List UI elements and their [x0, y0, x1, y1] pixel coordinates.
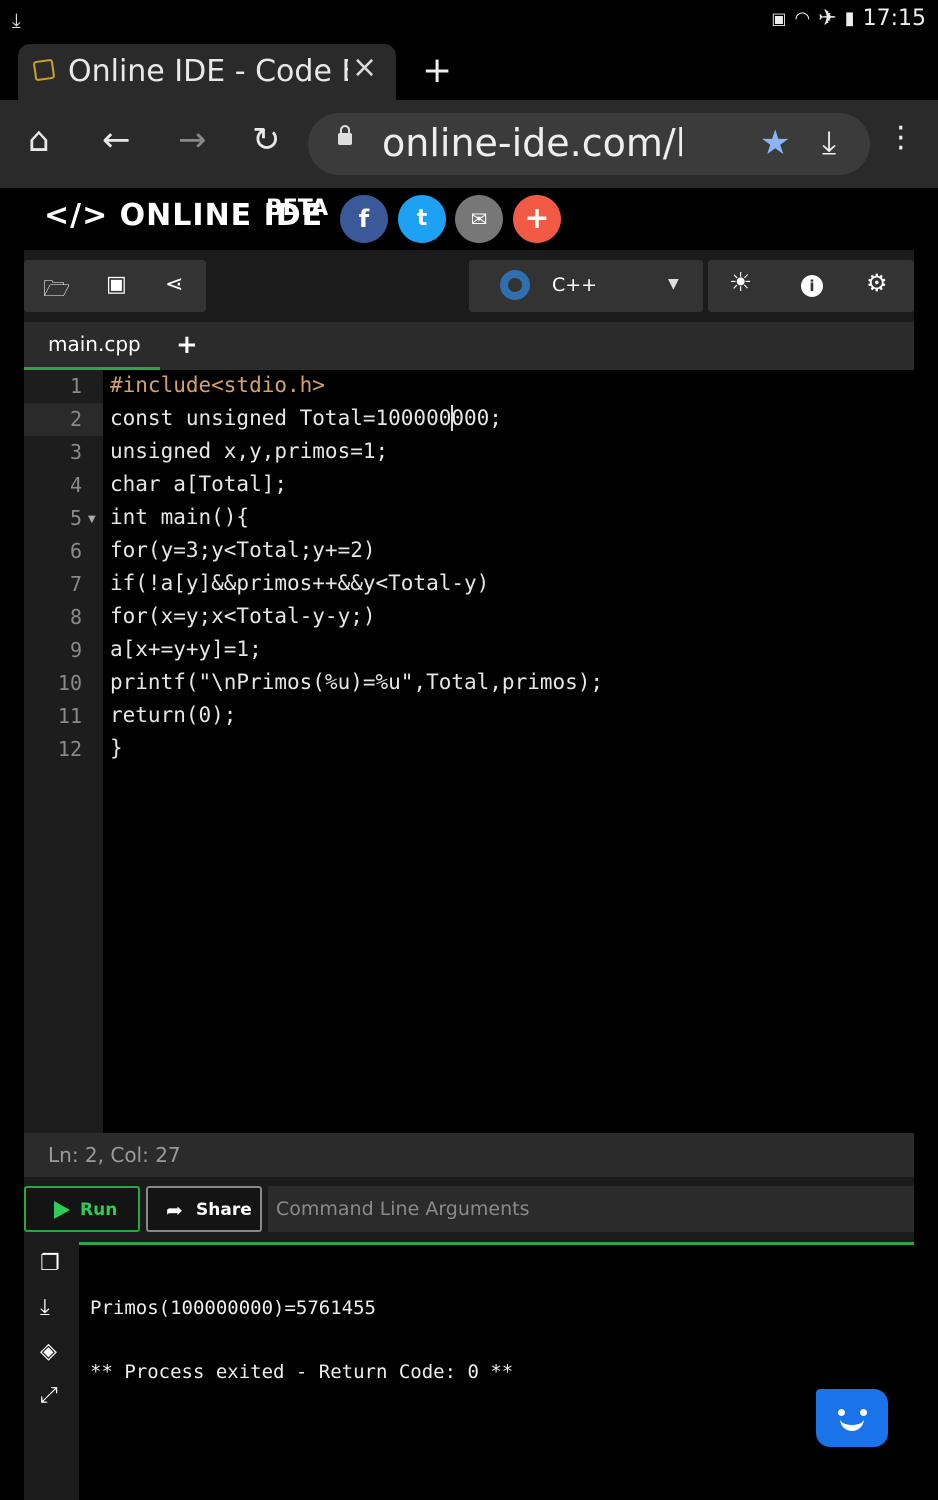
chevron-down-icon: ▼ [668, 276, 679, 292]
new-tab-icon[interactable]: + [422, 50, 452, 91]
reload-icon[interactable]: ↻ [252, 120, 281, 160]
line-number: 11 [57, 704, 82, 728]
line-number-gutter: ▼ 1 2 3 4 5 6 7 8 9 10 11 12 [24, 370, 103, 1133]
twitter-icon[interactable]: t [398, 195, 446, 243]
open-folder-icon[interactable]: 🗁 [43, 272, 70, 310]
facebook-icon[interactable]: f [340, 195, 388, 243]
status-bar: ⤓ ▣ ◠ ✈ ▮ 17:15 [0, 0, 938, 40]
line-number: 2 [69, 407, 82, 431]
chat-eye-right [860, 1409, 867, 1416]
chat-widget-icon[interactable] [816, 1389, 888, 1447]
share-arrow-icon: ➦ [166, 1198, 183, 1222]
expand-icon[interactable]: ⤢ [40, 1383, 58, 1408]
address-bar[interactable]: online-ide.com/lSOyV ★ ⤓ [308, 113, 870, 175]
code-line[interactable]: int main(){ [110, 505, 249, 529]
battery-saver-icon: ▣ [771, 9, 787, 28]
download-page-icon[interactable]: ⤓ [822, 123, 836, 162]
status-icons: ▣ ◠ ✈ ▮ 17:15 [771, 6, 926, 31]
add-file-icon[interactable]: + [176, 330, 198, 360]
info-icon[interactable]: i [801, 275, 823, 297]
theme-sun-icon[interactable]: ☀ [729, 268, 752, 298]
settings-gear-icon[interactable]: ⚙ [866, 269, 888, 297]
line-number: 12 [57, 737, 82, 761]
text-cursor [451, 405, 453, 431]
fold-arrow-icon[interactable]: ▼ [88, 514, 96, 525]
chat-mouth [840, 1419, 864, 1431]
download-status-icon: ⤓ [12, 8, 21, 32]
tab-main-cpp[interactable]: main.cpp [24, 322, 160, 370]
beta-badge: BETA [266, 196, 329, 221]
code-line[interactable]: if(!a[y]&&primos++&&y<Total-y) [110, 571, 489, 595]
output-result-line: Primos(100000000)=5761455 [90, 1297, 376, 1319]
line-number: 8 [69, 605, 82, 629]
cpp-logo-icon [500, 270, 530, 300]
battery-icon: ▮ [844, 8, 855, 29]
browser-tab[interactable]: Online IDE - Code E × [18, 44, 396, 100]
code-line[interactable]: const unsigned Total=100000000; [110, 406, 502, 430]
close-tab-icon[interactable]: × [352, 50, 377, 85]
line-number: 9 [69, 638, 82, 662]
code-line[interactable]: for(x=y;x<Total-y-y;) [110, 604, 376, 628]
output-exit-line: ** Process exited - Return Code: 0 ** [90, 1361, 514, 1383]
output-toolbar [24, 1242, 79, 1500]
line-number: 7 [69, 572, 82, 596]
tab-title: Online IDE - Code E [68, 54, 348, 89]
play-icon [54, 1201, 70, 1219]
cursor-status-bar: Ln: 2, Col: 27 [24, 1133, 914, 1177]
code-line[interactable]: printf("\nPrimos(%u)=%u",Total,primos); [110, 670, 603, 694]
cursor-position: Ln: 2, Col: 27 [48, 1143, 181, 1167]
share-icon[interactable]: ⋖ [165, 272, 183, 297]
forward-icon[interactable]: → [178, 120, 207, 160]
eraser-icon[interactable]: ◈ [40, 1339, 57, 1364]
url-text[interactable]: online-ide.com/lSOyV [382, 121, 682, 165]
code-line[interactable]: unsigned x,y,primos=1; [110, 439, 388, 463]
run-button-label: Run [80, 1200, 118, 1220]
code-line[interactable]: } [110, 736, 123, 760]
site-favicon-icon [32, 58, 56, 82]
home-icon[interactable]: ⌂ [28, 120, 50, 160]
code-line[interactable]: a[x+=y+y]=1; [110, 637, 262, 661]
back-icon[interactable]: ← [102, 120, 131, 160]
copy-icon[interactable]: ❐ [40, 1251, 60, 1276]
airplane-icon: ✈ [818, 6, 837, 31]
email-icon[interactable]: ✉ [455, 195, 503, 243]
code-line[interactable]: return(0); [110, 703, 236, 727]
download-output-icon[interactable]: ⤓ [40, 1295, 50, 1320]
more-share-icon[interactable]: + [513, 195, 561, 243]
output-console[interactable]: Primos(100000000)=5761455 ** Process exi… [79, 1242, 914, 1500]
lock-icon[interactable] [338, 125, 352, 145]
run-button[interactable]: Run [24, 1186, 140, 1232]
language-label: C++ [552, 274, 598, 296]
code-editor[interactable]: #include<stdio.h> const unsigned Total=1… [103, 370, 914, 1133]
bookmark-star-icon[interactable]: ★ [760, 123, 790, 163]
share-button[interactable]: ➦ Share [146, 1186, 262, 1232]
line-number: 5 [69, 506, 82, 530]
file-tab-label: main.cpp [48, 332, 141, 356]
line-number: 10 [57, 671, 82, 695]
wifi-icon: ◠ [794, 8, 811, 29]
browser-menu-icon[interactable]: · · · [896, 114, 906, 164]
line-number: 1 [69, 374, 82, 398]
code-line[interactable]: #include<stdio.h> [110, 373, 325, 397]
line-number: 3 [69, 440, 82, 464]
save-icon[interactable]: ▣ [106, 272, 127, 297]
chat-eye-left [838, 1409, 845, 1416]
clock: 17:15 [862, 6, 926, 31]
share-button-label: Share [196, 1200, 252, 1220]
code-line[interactable]: char a[Total]; [110, 472, 287, 496]
code-line[interactable]: for(y=3;y<Total;y+=2) [110, 538, 376, 562]
line-number: 6 [69, 539, 82, 563]
line-number: 4 [69, 473, 82, 497]
command-line-args-input[interactable] [268, 1186, 914, 1232]
